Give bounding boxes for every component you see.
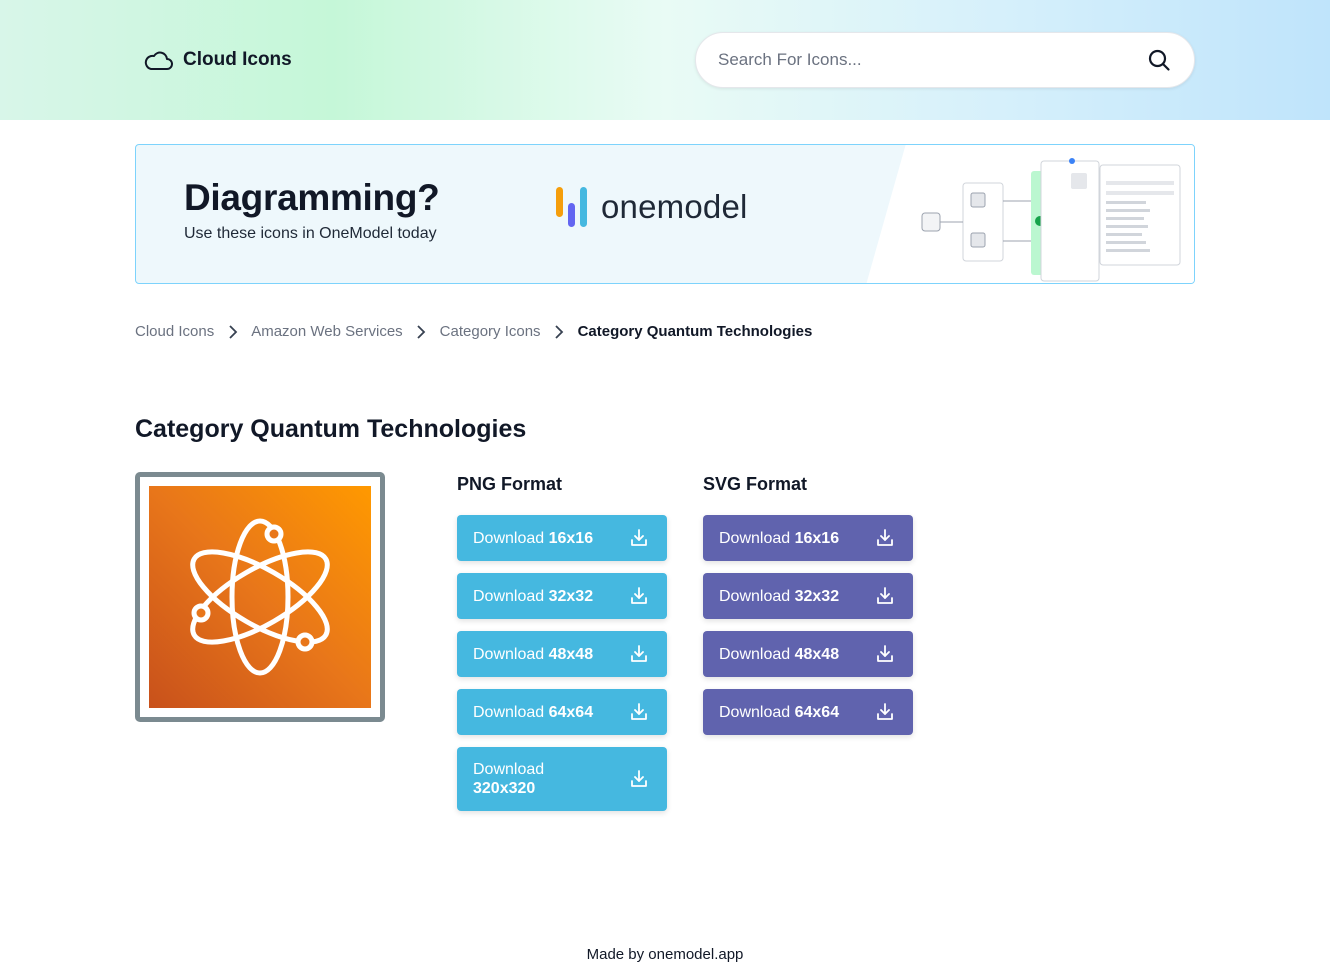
download-svg-32-button[interactable]: Download 32x32 [703,573,913,619]
download-icon [629,644,649,664]
download-svg-48-button[interactable]: Download 48x48 [703,631,913,677]
search-icon [1148,49,1170,71]
chevron-right-icon [214,324,251,339]
download-label: Download 16x16 [719,529,840,547]
png-downloads: PNG Format Download 16x16 Download 32x32… [457,474,667,811]
onemodel-logo-text: onemodel [601,188,748,225]
download-label: Download 32x32 [473,587,594,605]
download-label: Download 64x64 [473,703,594,721]
search-bar [695,32,1195,88]
download-label: Download 48x48 [719,645,840,663]
chevron-right-icon [403,324,440,339]
onemodel-logo-icon [556,185,587,229]
svg-format-title: SVG Format [703,474,808,494]
download-icon [629,586,649,606]
onemodel-banner[interactable]: Diagramming? Use these icons in OneModel… [135,144,1195,284]
download-icon [875,644,895,664]
breadcrumb-current: Category Quantum Technologies [577,323,813,340]
download-svg-16-button[interactable]: Download 16x16 [703,515,913,561]
download-icon [629,528,649,548]
download-icon [875,528,895,548]
logo-bar [568,203,575,227]
chevron-right-icon [541,324,578,339]
breadcrumb: Cloud Icons Amazon Web Services Category… [135,323,812,340]
download-icon [629,769,649,789]
icon-preview [135,472,385,722]
footer-credit[interactable]: Made by onemodel.app [0,946,1330,963]
download-png-48-button[interactable]: Download 48x48 [457,631,667,677]
download-png-16-button[interactable]: Download 16x16 [457,515,667,561]
cloud-icon [144,51,173,70]
download-label: Download 32x32 [719,587,840,605]
logo-bar [556,187,563,217]
download-png-320-button[interactable]: Download 320x320 [457,747,667,811]
icon-tile [149,486,371,708]
download-png-32-button[interactable]: Download 32x32 [457,573,667,619]
banner-title: Diagramming? [184,177,440,218]
download-label: Download 48x48 [473,645,594,663]
banner-subtitle: Use these icons in OneModel today [184,225,437,242]
page-title: Category Quantum Technologies [135,415,527,443]
download-png-64-button[interactable]: Download 64x64 [457,689,667,735]
breadcrumb-amazon-web-services[interactable]: Amazon Web Services [251,323,402,340]
svg-downloads: SVG Format Download 16x16 Download 32x32… [703,474,913,735]
search-button[interactable] [1146,47,1172,73]
download-label: Download 64x64 [719,703,840,721]
brand-label: Cloud Icons [183,49,292,70]
search-input[interactable] [718,50,1146,70]
logo-bar [580,187,587,227]
site-header: Cloud Icons [0,0,1330,120]
download-svg-64-button[interactable]: Download 64x64 [703,689,913,735]
png-format-title: PNG Format [457,474,563,494]
download-icon [875,586,895,606]
brand-link[interactable]: Cloud Icons [143,46,292,74]
onemodel-logo: onemodel [556,185,748,229]
breadcrumb-cloud-icons[interactable]: Cloud Icons [135,323,214,340]
diagram-preview-image [866,145,1194,283]
download-label: Download 16x16 [473,529,594,547]
download-icon [629,702,649,722]
download-label: Download 320x320 [473,761,545,797]
download-icon [875,702,895,722]
breadcrumb-category-icons[interactable]: Category Icons [440,323,541,340]
atom-icon [190,518,330,676]
